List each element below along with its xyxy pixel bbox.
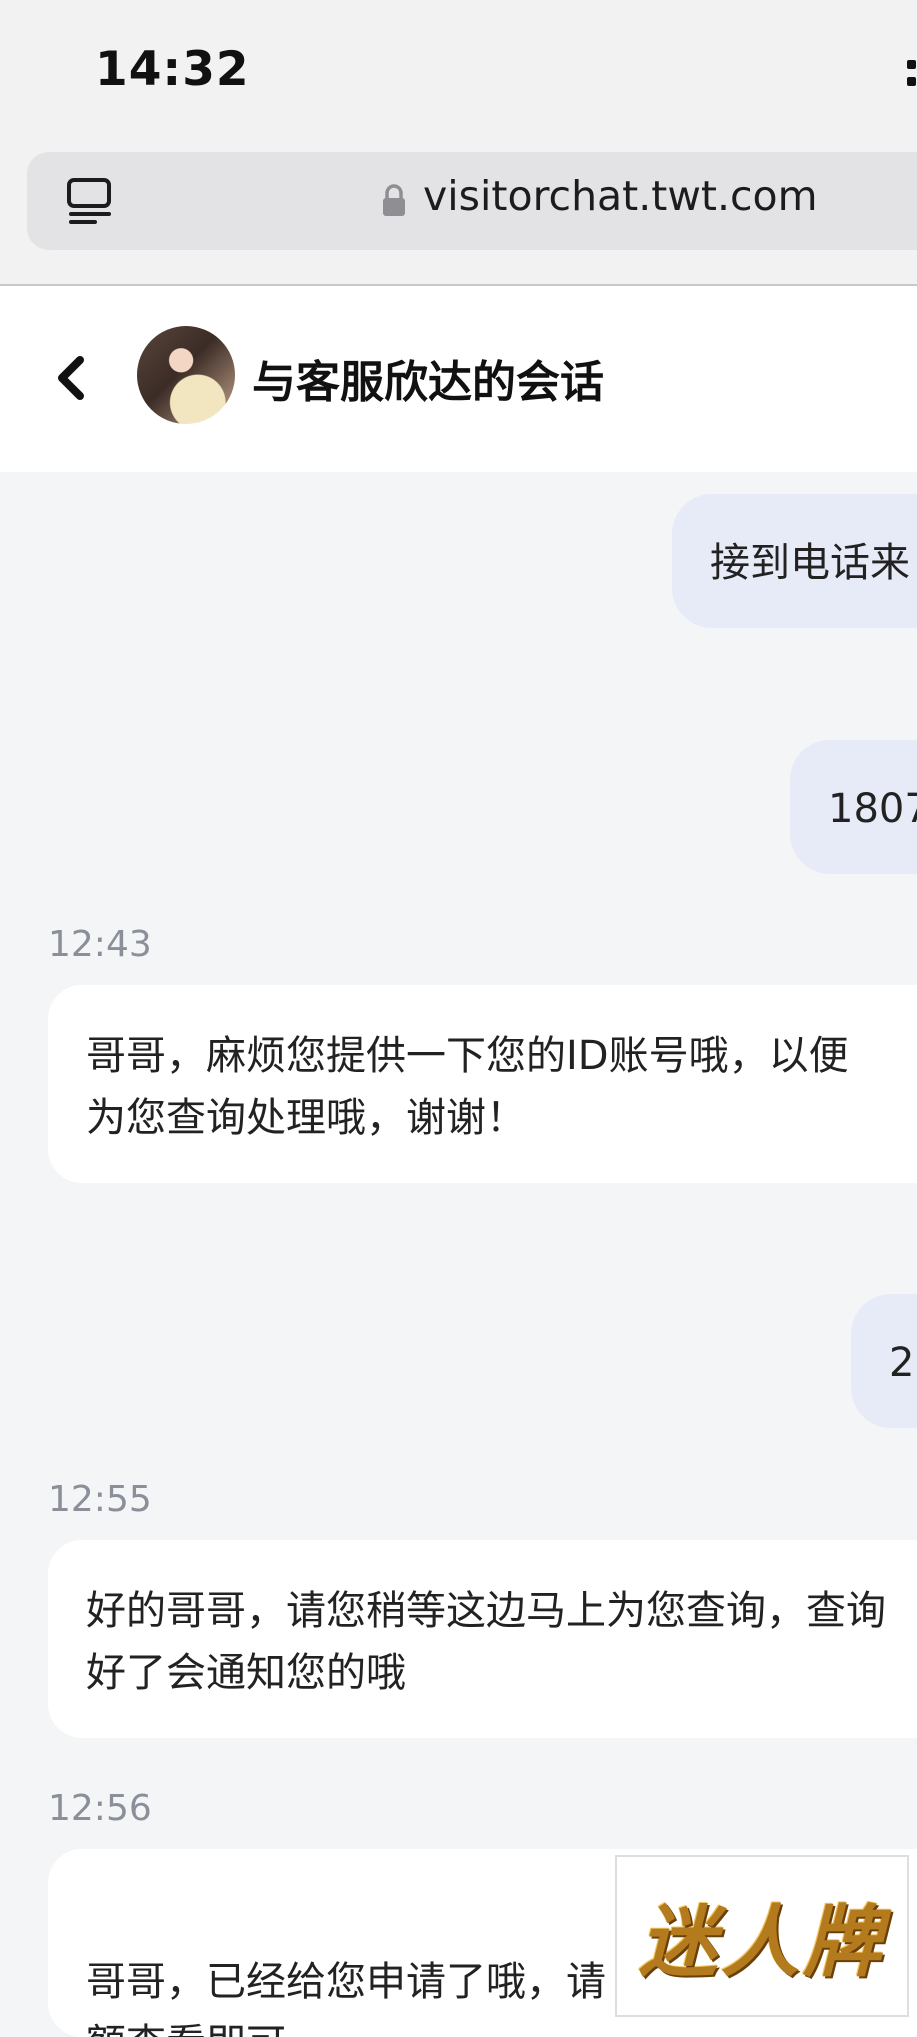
message-timestamp: 12:43: [48, 924, 152, 965]
status-bar: 14:32: [0, 0, 917, 140]
message-text: 18074: [828, 786, 917, 832]
browser-toolbar: visitorchat.twt.com: [0, 140, 917, 286]
chevron-left-icon[interactable]: [50, 350, 96, 406]
message-text: 好的哥哥，请您稍等这边马上为您查询，查询好了会通知您的哦: [86, 1588, 886, 1696]
watermark-logo: 迷人牌: [615, 1855, 909, 2017]
message-text: 哥哥，麻烦您提供一下您的ID账号哦，以便为您查询处理哦，谢谢！: [86, 1033, 849, 1141]
status-time: 14:32: [95, 42, 250, 97]
message-timestamp: 12:56: [48, 1788, 152, 1829]
outgoing-message[interactable]: 接到电话来: [672, 494, 917, 628]
tabs-icon[interactable]: [65, 176, 115, 226]
incoming-message[interactable]: 好的哥哥，请您稍等这边马上为您查询，查询好了会通知您的哦: [48, 1540, 917, 1738]
chat-page: 14:32 visitorchat.twt.com 与客服欣达的会话 接到电话来…: [0, 0, 917, 2037]
lock-icon: [383, 184, 405, 216]
chat-header: 与客服欣达的会话: [0, 286, 917, 472]
message-text: 接到电话来: [710, 540, 910, 586]
message-text: 哥哥，已经给您申请了哦，请 额查看即可: [86, 1959, 606, 2037]
agent-avatar: [137, 326, 235, 424]
address-bar[interactable]: visitorchat.twt.com: [27, 152, 917, 250]
message-text: 21: [889, 1340, 917, 1386]
chat-title: 与客服欣达的会话: [252, 357, 604, 408]
outgoing-message[interactable]: 18074: [790, 740, 917, 874]
url-text[interactable]: visitorchat.twt.com: [423, 172, 818, 220]
status-indicator-icon: [907, 60, 917, 94]
incoming-message[interactable]: 哥哥，麻烦您提供一下您的ID账号哦，以便为您查询处理哦，谢谢！: [48, 985, 917, 1183]
watermark-text: 迷人牌: [638, 1897, 885, 1988]
message-timestamp: 12:55: [48, 1479, 152, 1520]
outgoing-message[interactable]: 21: [851, 1294, 917, 1428]
